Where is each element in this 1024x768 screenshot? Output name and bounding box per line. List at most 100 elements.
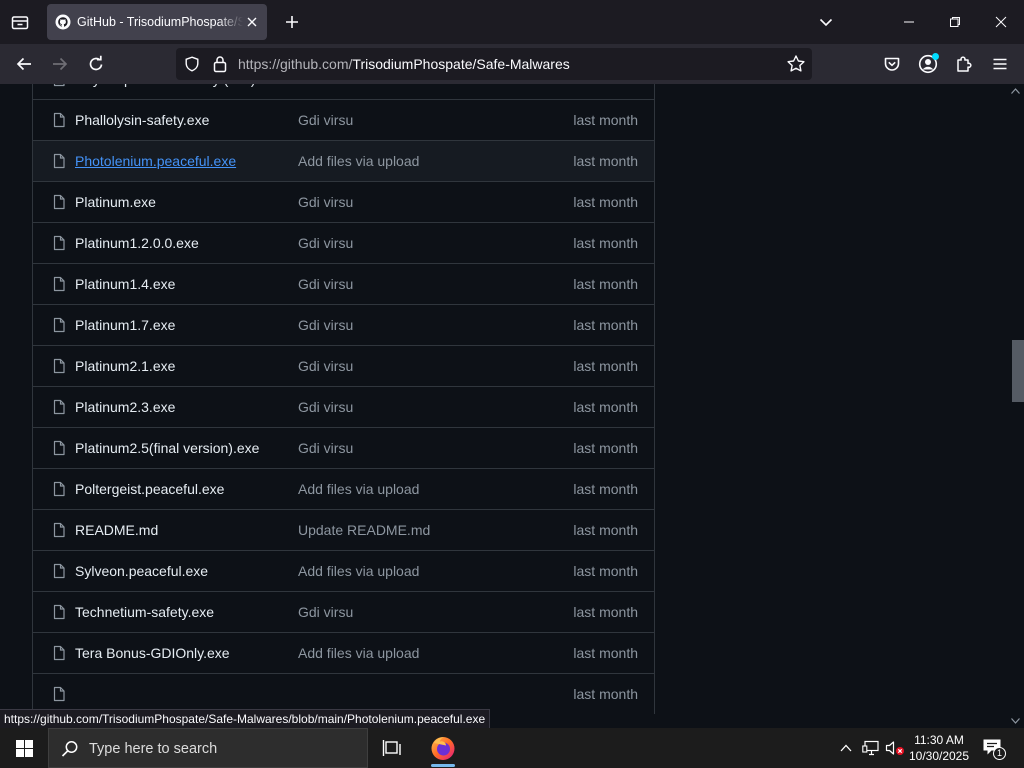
file-row[interactable]: Platinum1.7.exe Gdi virsu last month <box>33 304 654 345</box>
commit-date: last month <box>573 84 638 87</box>
browser-tab-active[interactable]: GitHub - TrisodiumPhospate/Safe-Malwares <box>47 4 267 40</box>
file-name-link[interactable]: Photolenium.peaceful.exe <box>75 153 236 169</box>
commit-message-link[interactable]: Update README.md <box>298 522 430 538</box>
file-name-link[interactable]: Poltergeist.peaceful.exe <box>75 481 224 497</box>
commit-message-link[interactable]: Gdi virsu <box>298 276 353 292</box>
file-name-link[interactable]: Platinum1.7.exe <box>75 317 175 333</box>
file-row[interactable]: Platinum2.1.exe Gdi virsu last month <box>33 345 654 386</box>
file-name-link[interactable]: Platinum1.4.exe <box>75 276 175 292</box>
back-button[interactable] <box>9 49 39 79</box>
tab-list-button[interactable] <box>6 8 34 36</box>
extensions-button[interactable] <box>949 49 979 79</box>
file-icon <box>53 358 65 374</box>
commit-message-link[interactable]: Gdi virsu <box>298 84 353 87</box>
commit-message-link[interactable]: Gdi virsu <box>298 317 353 333</box>
commit-date: last month <box>573 235 638 251</box>
shield-icon[interactable] <box>184 56 200 72</box>
file-row[interactable]: Oxymorphazone-safety (x86)... Gdi virsu la… <box>33 84 654 99</box>
file-row[interactable]: Platinum.exe Gdi virsu last month <box>33 181 654 222</box>
file-row[interactable]: Technetium-safety.exe Gdi virsu last month <box>33 591 654 632</box>
file-row[interactable]: Poltergeist.peaceful.exe Add files via up… <box>33 468 654 509</box>
file-row[interactable]: last month <box>33 673 654 714</box>
url-text[interactable]: https://github.com/TrisodiumPhospate/Saf… <box>238 56 570 72</box>
commit-date: last month <box>573 481 638 497</box>
commit-message-link[interactable]: Gdi virsu <box>298 604 353 620</box>
file-row[interactable]: Sylveon.peaceful.exe Add files via upload… <box>33 550 654 591</box>
lock-icon[interactable] <box>212 55 228 73</box>
scroll-up-arrow-icon[interactable] <box>1011 88 1020 94</box>
file-name-link[interactable]: Platinum2.1.exe <box>75 358 175 374</box>
list-all-tabs-button[interactable] <box>812 8 840 36</box>
tab-title: GitHub - TrisodiumPhospate/Safe-Malwares <box>77 15 243 29</box>
file-icon <box>53 153 65 169</box>
file-name-link[interactable]: Technetium-safety.exe <box>75 604 214 620</box>
file-row[interactable]: README.md Update README.md last month <box>33 509 654 550</box>
file-list: Oxymorphazone-safety (x86)... Gdi virsu la… <box>32 84 655 714</box>
reload-icon <box>89 55 103 71</box>
commit-message-link[interactable]: Add files via upload <box>298 645 419 661</box>
commit-date: last month <box>573 645 638 661</box>
file-name-link[interactable]: Platinum2.5(final version).exe <box>75 440 259 456</box>
file-name-link[interactable]: Sylveon.peaceful.exe <box>75 563 208 579</box>
taskbar-search-box[interactable]: Type here to search <box>48 728 368 768</box>
scroll-down-arrow-icon[interactable] <box>1011 718 1020 724</box>
close-window-button[interactable] <box>978 0 1024 44</box>
file-row[interactable]: Photolenium.peaceful.exe Add files via up… <box>33 140 654 181</box>
chevron-down-icon <box>819 18 833 27</box>
task-view-button[interactable] <box>376 728 408 768</box>
file-row[interactable]: Platinum2.3.exe Gdi virsu last month <box>33 386 654 427</box>
windows-taskbar: Type here to search 11:30 AM 10/30/2025 … <box>0 728 1024 768</box>
commit-message-link[interactable]: Gdi virsu <box>298 235 353 251</box>
task-view-icon <box>382 740 401 756</box>
commit-message-link[interactable]: Gdi virsu <box>298 440 353 456</box>
commit-message-link[interactable]: Gdi virsu <box>298 112 353 128</box>
file-icon <box>53 399 65 415</box>
volume-button[interactable] <box>884 728 906 768</box>
scrollbar-thumb[interactable] <box>1012 340 1024 402</box>
commit-message-link[interactable]: Add files via upload <box>298 481 419 497</box>
commit-date: last month <box>573 686 638 702</box>
file-row[interactable]: Platinum1.2.0.0.exe Gdi virsu last month <box>33 222 654 263</box>
minimize-button[interactable] <box>886 0 932 44</box>
commit-message-link[interactable]: Gdi virsu <box>298 358 353 374</box>
file-icon <box>53 112 65 128</box>
notification-center-button[interactable]: 1 <box>978 728 1008 768</box>
account-button[interactable] <box>913 49 943 79</box>
file-name-link[interactable]: Oxymorphazone-safety (x86)... <box>75 84 267 87</box>
file-name-link[interactable]: Phallolysin-safety.exe <box>75 112 209 128</box>
vertical-scrollbar[interactable] <box>1006 84 1024 728</box>
network-button[interactable] <box>860 728 882 768</box>
address-bar[interactable]: https://github.com/TrisodiumPhospate/Saf… <box>176 48 812 80</box>
file-icon <box>53 522 65 538</box>
system-clock[interactable]: 11:30 AM 10/30/2025 <box>904 732 974 764</box>
file-row[interactable]: Platinum1.4.exe Gdi virsu last month <box>33 263 654 304</box>
pocket-button[interactable] <box>877 49 907 79</box>
file-name-link[interactable]: Tera Bonus-GDIOnly.exe <box>75 645 230 661</box>
clock-date: 10/30/2025 <box>908 749 970 763</box>
app-menu-button[interactable] <box>985 49 1015 79</box>
new-tab-button[interactable] <box>278 8 306 36</box>
taskbar-firefox-button[interactable] <box>424 728 462 768</box>
restore-button[interactable] <box>932 0 978 44</box>
file-name-link[interactable]: README.md <box>75 522 158 538</box>
file-name-link[interactable]: Platinum.exe <box>75 194 156 210</box>
commit-date: last month <box>573 604 638 620</box>
forward-button[interactable] <box>45 49 75 79</box>
arrow-left-icon <box>16 57 31 71</box>
commit-message-link[interactable]: Gdi virsu <box>298 399 353 415</box>
start-button[interactable] <box>0 728 48 768</box>
commit-message-link[interactable]: Gdi virsu <box>298 194 353 210</box>
close-icon[interactable] <box>245 15 259 29</box>
commit-message-link[interactable]: Add files via upload <box>298 563 419 579</box>
file-row[interactable]: Platinum2.5(final version).exe Gdi virsu l… <box>33 427 654 468</box>
reload-button[interactable] <box>81 49 111 79</box>
file-row[interactable]: Phallolysin-safety.exe Gdi virsu last mont… <box>33 99 654 140</box>
file-icon <box>53 194 65 210</box>
star-icon[interactable] <box>786 54 806 74</box>
file-name-link[interactable]: Platinum1.2.0.0.exe <box>75 235 199 251</box>
show-hidden-icons-button[interactable] <box>836 728 856 768</box>
file-name-link[interactable]: Platinum2.3.exe <box>75 399 175 415</box>
file-row[interactable]: Tera Bonus-GDIOnly.exe Add files via uplo… <box>33 632 654 673</box>
commit-date: last month <box>573 153 638 169</box>
commit-message-link[interactable]: Add files via upload <box>298 153 419 169</box>
